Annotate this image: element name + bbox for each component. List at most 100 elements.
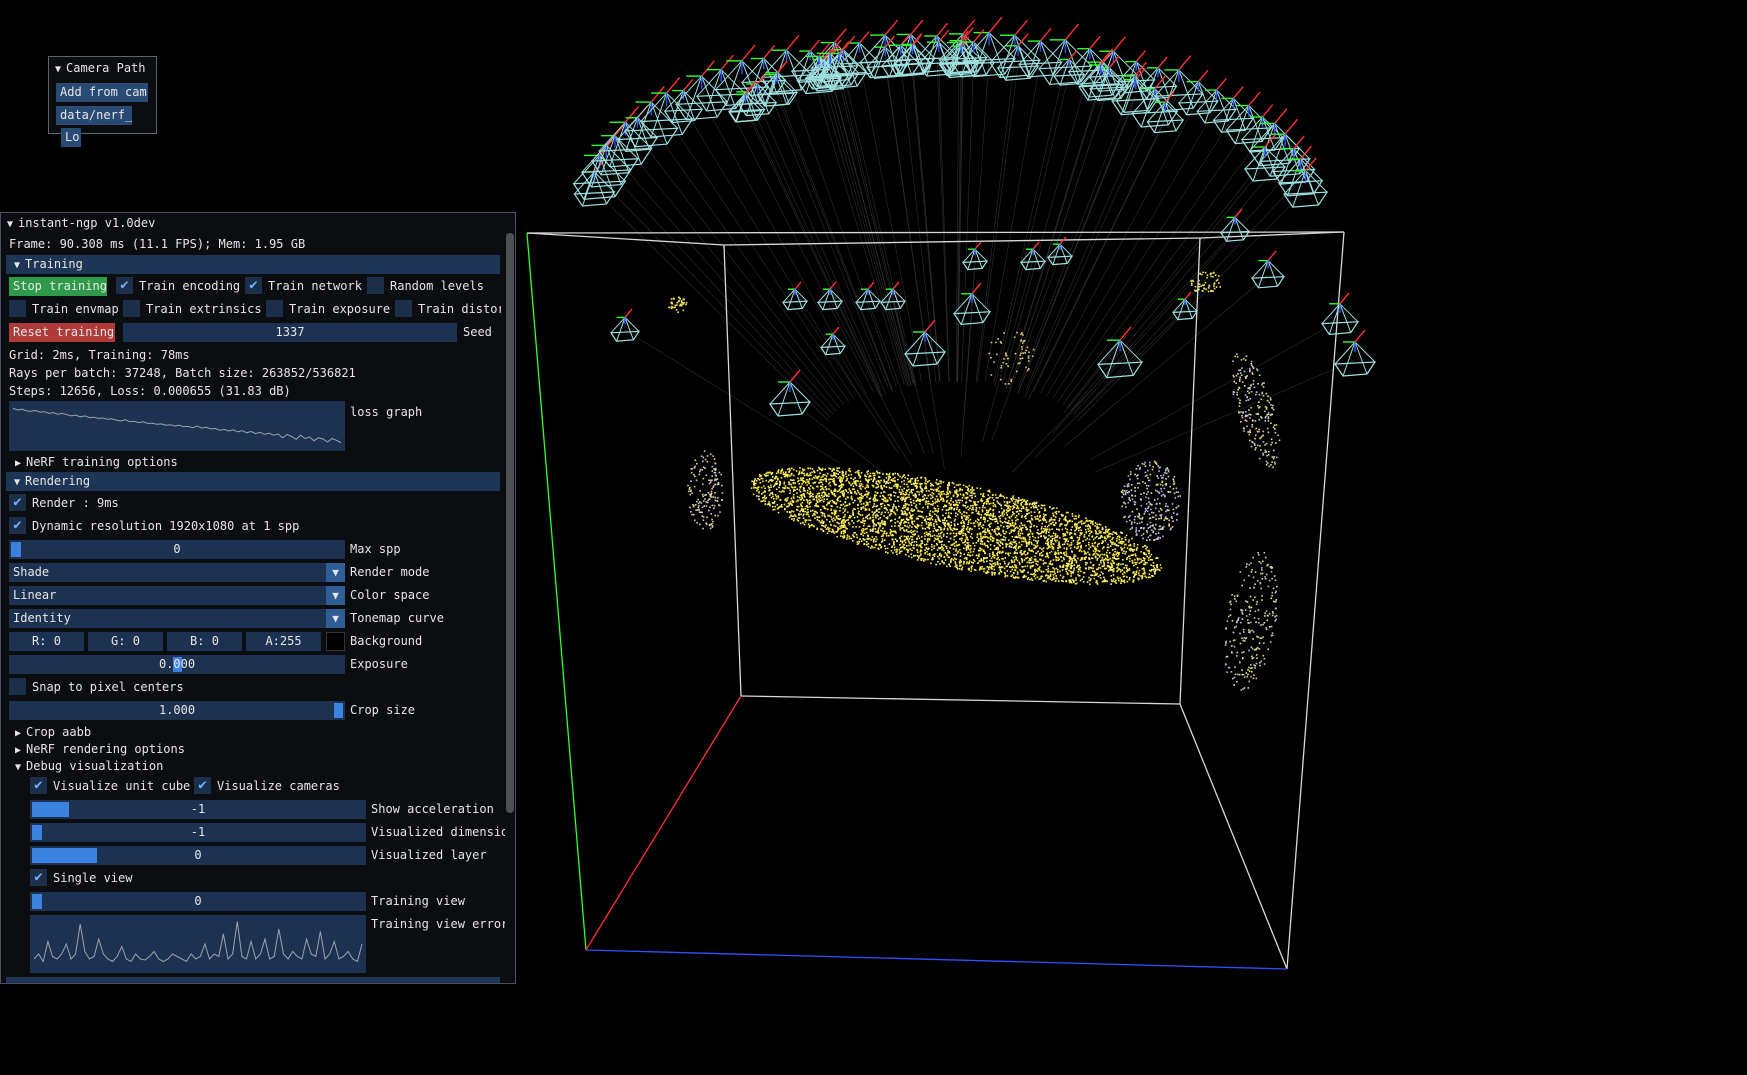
point	[1126, 556, 1129, 559]
point	[1008, 532, 1011, 535]
point	[1041, 530, 1043, 533]
point	[885, 482, 887, 485]
point	[800, 503, 802, 505]
point	[791, 504, 793, 506]
point	[786, 474, 789, 477]
point	[1007, 510, 1009, 513]
point	[706, 501, 709, 504]
point	[872, 472, 874, 475]
point	[1084, 539, 1087, 541]
point	[840, 504, 843, 506]
point	[1155, 523, 1157, 526]
point	[1086, 562, 1088, 564]
point	[921, 536, 923, 538]
point	[688, 488, 691, 490]
point	[916, 559, 919, 561]
point	[936, 535, 938, 537]
point	[775, 472, 778, 475]
point	[1055, 559, 1058, 562]
point	[888, 504, 890, 507]
point	[956, 513, 959, 516]
point	[1075, 579, 1077, 581]
point	[944, 517, 946, 519]
point	[1111, 543, 1113, 545]
point	[757, 486, 760, 488]
point	[959, 555, 962, 557]
point	[1004, 504, 1006, 506]
point	[925, 523, 928, 525]
point	[851, 509, 854, 512]
point	[935, 479, 938, 481]
point	[879, 481, 881, 484]
point	[773, 485, 775, 488]
point	[1013, 524, 1015, 527]
point	[791, 518, 793, 520]
point	[779, 499, 781, 501]
point	[1034, 506, 1037, 508]
point	[999, 568, 1001, 571]
point	[1112, 574, 1115, 576]
point	[705, 505, 708, 507]
point	[1012, 502, 1015, 505]
point	[1249, 398, 1252, 400]
point	[1079, 534, 1081, 537]
point	[919, 499, 921, 501]
point	[1045, 562, 1047, 564]
point	[952, 501, 954, 503]
point	[1036, 576, 1039, 578]
point	[1073, 569, 1075, 571]
point	[833, 513, 836, 516]
point	[1097, 533, 1099, 535]
point	[797, 473, 800, 476]
point	[989, 508, 992, 511]
point	[889, 487, 891, 489]
point	[1241, 381, 1244, 383]
point	[1049, 523, 1052, 525]
point	[1063, 552, 1065, 555]
point	[921, 542, 924, 544]
point	[1107, 561, 1109, 564]
point	[814, 477, 816, 479]
point	[969, 535, 972, 538]
point	[1129, 577, 1131, 579]
point	[902, 498, 905, 500]
point	[1244, 609, 1247, 611]
point	[1261, 382, 1264, 385]
point	[862, 524, 865, 527]
point	[867, 538, 870, 540]
point	[1006, 514, 1008, 516]
point	[1159, 564, 1162, 566]
point	[1052, 547, 1055, 549]
point	[904, 525, 906, 527]
point	[965, 536, 968, 538]
point	[771, 505, 774, 508]
point	[828, 527, 831, 530]
point	[958, 543, 961, 546]
point	[1165, 478, 1167, 480]
point	[1024, 565, 1026, 568]
point	[876, 492, 879, 494]
point	[788, 487, 790, 490]
point	[1127, 541, 1130, 543]
point	[861, 521, 864, 524]
point	[1168, 519, 1170, 522]
point	[865, 543, 868, 546]
point	[1125, 551, 1127, 553]
point	[884, 545, 886, 547]
point	[1057, 544, 1060, 547]
point	[893, 485, 895, 487]
point	[1070, 529, 1072, 531]
point	[1129, 557, 1131, 560]
point	[801, 468, 804, 470]
point	[1064, 534, 1067, 537]
point	[972, 559, 975, 561]
point	[710, 490, 713, 493]
point	[1152, 516, 1155, 518]
point	[1120, 546, 1122, 549]
point	[1091, 535, 1094, 538]
point	[1061, 569, 1064, 571]
point	[839, 510, 841, 512]
point	[1029, 536, 1031, 538]
point	[1068, 544, 1071, 547]
point	[701, 511, 703, 514]
